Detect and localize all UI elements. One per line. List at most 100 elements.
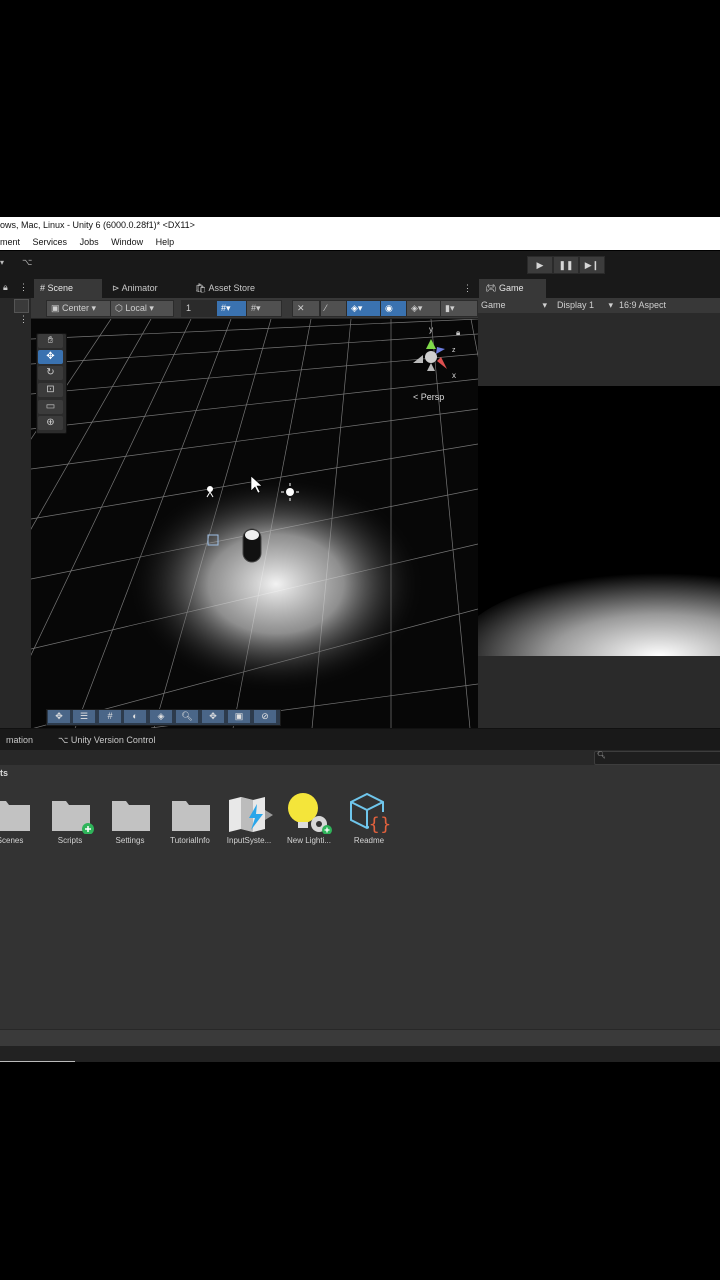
asset-label: Scenes <box>0 836 24 845</box>
play-button[interactable]: ▶ <box>527 256 553 274</box>
effects-overlay-icon[interactable]: ⊘ <box>254 710 276 723</box>
branch-icon: ⌥ <box>58 735 69 745</box>
svg-text:{}: {} <box>369 814 392 834</box>
folder-icon <box>112 801 150 831</box>
camera-mode-label[interactable]: < Persp <box>413 392 444 402</box>
menu-component[interactable]: ment <box>0 237 20 247</box>
gizmo-lock-icon[interactable]: 🔒︎ <box>456 328 460 338</box>
view-options-icon[interactable]: ☰ <box>73 710 95 723</box>
grid-icon: # <box>40 283 46 293</box>
readme-icon: {} <box>350 792 392 835</box>
capsule-object <box>242 528 262 563</box>
hierarchy-panel <box>0 278 31 728</box>
lighting-toggle-icon[interactable]: ⁄ <box>320 300 348 317</box>
game-letterbox-top <box>478 313 720 386</box>
project-search-input[interactable]: 🔍︎ <box>594 751 720 765</box>
pause-button[interactable]: ❚❚ <box>553 256 579 274</box>
game-letterbox-bottom <box>478 656 720 728</box>
pivot-overlay-icon[interactable]: ✥ <box>202 710 224 723</box>
display-dropdown[interactable]: Display 1 ▾ <box>557 300 613 310</box>
space-label: Local <box>125 303 147 313</box>
menu-help[interactable]: Help <box>156 237 175 247</box>
gizmo-layers-button[interactable]: ◈▾ <box>406 300 444 317</box>
space-dropdown[interactable]: ⬡ Local ▾ <box>110 300 174 317</box>
project-breadcrumb-bar: ts <box>0 765 720 783</box>
pivot-icon: ▣ <box>51 303 60 313</box>
chevron-down-icon: ▾ <box>608 300 613 310</box>
asset-readme[interactable]: {} Readme <box>339 792 399 845</box>
tab-asset-store[interactable]: 🛍︎ Asset Store <box>189 279 261 298</box>
progress-line <box>0 1061 75 1062</box>
camera-settings-button[interactable]: ▮▾ <box>440 300 478 317</box>
search-type-icon[interactable] <box>14 299 29 313</box>
display-label: Display 1 <box>557 300 595 310</box>
folder-add-icon <box>52 801 94 835</box>
game-viewport[interactable] <box>478 386 720 656</box>
asset-input-system[interactable]: InputSyste... <box>219 796 279 845</box>
2d-toggle-icon[interactable]: ✕ <box>292 300 320 317</box>
asset-new-lighting[interactable]: New Lighti... <box>279 792 339 845</box>
breadcrumb[interactable]: ts <box>0 768 8 778</box>
aspect-dropdown[interactable]: 16:9 Aspect <box>619 300 666 310</box>
more-icon[interactable]: ⋮ <box>19 282 28 293</box>
game-mode-dropdown[interactable]: Game ▾ <box>481 300 547 310</box>
main-toolbar <box>0 251 720 278</box>
asset-scripts[interactable]: Scripts <box>40 796 100 845</box>
rect-tool-icon[interactable]: ▭ <box>38 400 63 414</box>
lock-icon[interactable]: 🔒︎ <box>3 282 8 293</box>
move-tool-icon[interactable]: ✥ <box>38 350 63 364</box>
chevron-down-icon: ▾ <box>542 300 547 310</box>
pivot-label: Center <box>62 303 90 313</box>
account-dropdown-icon[interactable]: ▾ <box>0 258 4 267</box>
menu-window[interactable]: Window <box>111 237 143 247</box>
window-title: ows, Mac, Linux - Unity 6 (6000.0.28f1)*… <box>0 217 720 234</box>
scale-tool-icon[interactable]: ⊡ <box>38 383 63 397</box>
asset-label: Scripts <box>57 836 83 845</box>
version-control-icon[interactable]: ⌥ <box>22 257 32 268</box>
folder-icon <box>172 801 210 831</box>
hand-tool-icon[interactable]: ✋︎ <box>38 334 63 348</box>
tab-game[interactable]: 🎮︎ Game <box>479 279 546 298</box>
transform-tool-icon[interactable]: ⊕ <box>38 416 63 430</box>
menu-bar: ment Services Jobs Window Help <box>0 234 720 250</box>
grid-size-input[interactable]: 1 <box>181 300 221 317</box>
pivot-dropdown[interactable]: ▣ Center ▾ <box>46 300 114 317</box>
asset-settings[interactable]: Settings <box>100 796 160 845</box>
spotlight-pool <box>126 474 426 694</box>
search-overlay-icon[interactable]: 🔍︎ <box>176 710 198 723</box>
asset-label: InputSyste... <box>226 836 272 845</box>
animator-icon: ⊳ <box>112 283 120 293</box>
tab-scene-label: Scene <box>47 283 74 293</box>
scene-viewport[interactable]: y z x < Persp 🔒︎ <box>31 319 478 728</box>
tab-animator[interactable]: ⊳ Animator <box>106 279 164 298</box>
shading-icon[interactable]: ◐ <box>124 710 146 723</box>
tab-version-control[interactable]: ⌥ Unity Version Control <box>52 731 161 750</box>
step-button[interactable]: ▶❙ <box>579 256 605 274</box>
tab-scene[interactable]: # Scene <box>34 279 102 298</box>
tab-game-label: Game <box>498 283 524 293</box>
orientation-gizmo <box>413 339 447 371</box>
tab-version-control-label: Unity Version Control <box>70 735 156 745</box>
axis-y-label: y <box>429 325 433 334</box>
camera-overlay-icon[interactable]: ▣ <box>228 710 250 723</box>
asset-scenes[interactable]: Scenes <box>0 796 40 845</box>
lighting-settings-icon <box>288 793 332 835</box>
tab-animation[interactable]: mation <box>0 731 39 750</box>
asset-label: New Lighti... <box>286 836 332 845</box>
grid-overlay-icon[interactable]: # <box>99 710 121 723</box>
rotate-tool-icon[interactable]: ↻ <box>38 366 63 380</box>
layers-button[interactable]: ◈▾ <box>346 300 384 317</box>
move-overlay-icon[interactable]: ✥ <box>48 710 70 723</box>
scene-more-icon[interactable]: ⋮ <box>463 283 472 294</box>
layers-overlay-icon[interactable]: ◈ <box>150 710 172 723</box>
project-footer <box>0 1029 720 1047</box>
search-icon: 🔍︎ <box>597 752 606 759</box>
store-icon: 🛍︎ <box>195 283 207 293</box>
menu-jobs[interactable]: Jobs <box>80 237 99 247</box>
hierarchy-more-icon[interactable]: ⋮ <box>19 314 28 325</box>
increment-snap-button[interactable]: #▾ <box>246 300 282 317</box>
axis-x-label: x <box>452 371 456 380</box>
menu-services[interactable]: Services <box>33 237 68 247</box>
axis-z-label: z <box>452 347 456 354</box>
asset-tutorialinfo[interactable]: TutorialInfo <box>160 796 220 845</box>
